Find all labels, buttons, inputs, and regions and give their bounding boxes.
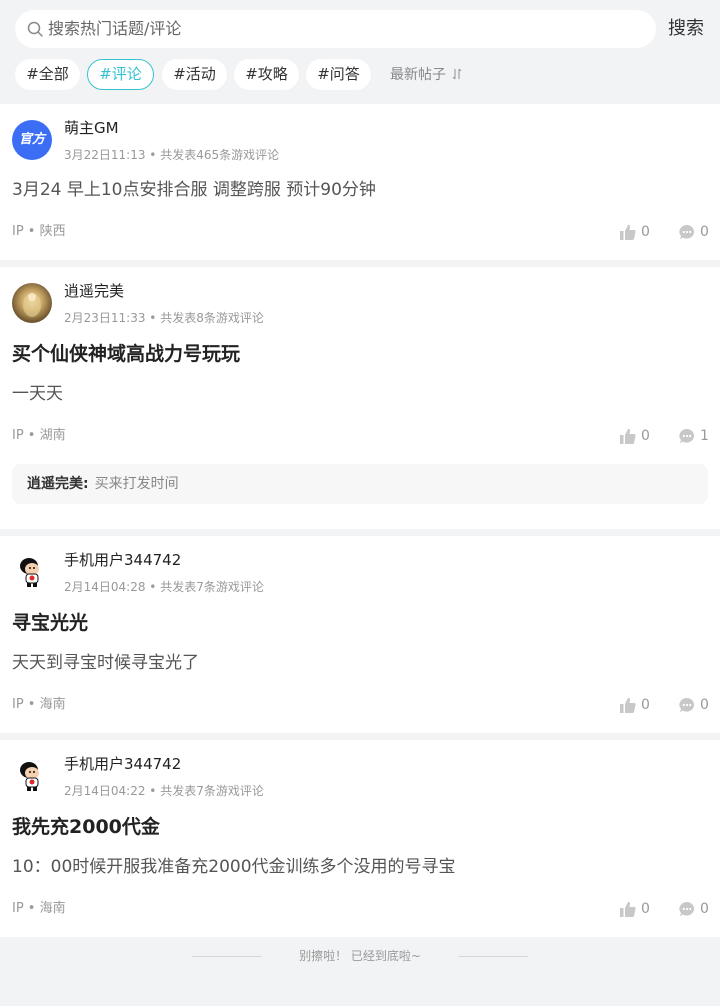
search-button[interactable]: 搜索 <box>668 17 704 41</box>
user-avatar[interactable] <box>12 552 52 592</box>
post-title[interactable]: 买个仙侠神域高战力号玩玩 <box>12 341 240 367</box>
post-card[interactable]: 手机用户344742 2月14日04:22 • 共发表7条游戏评论 我先充200… <box>0 740 720 937</box>
tab-events[interactable]: #活动 <box>162 59 227 90</box>
comment-icon <box>679 428 695 444</box>
post-title[interactable]: 我先充2000代金 <box>12 814 160 840</box>
end-of-list-text: 别擦啦！ 已经到底啦~ <box>299 949 421 963</box>
like-count: 0 <box>641 901 650 917</box>
comment-icon <box>679 901 695 917</box>
thumbs-up-icon <box>620 697 636 713</box>
comment-count: 0 <box>700 901 709 917</box>
official-badge-text: 官方 <box>18 132 45 147</box>
ip-location: IP • 湖南 <box>12 428 66 443</box>
username[interactable]: 手机用户344742 <box>64 754 181 774</box>
post-meta: 2月14日04:28 • 共发表7条游戏评论 <box>64 580 264 594</box>
post-card[interactable]: 逍遥完美 2月23日11:33 • 共发表8条游戏评论 买个仙侠神域高战力号玩玩… <box>0 267 720 529</box>
end-of-list-footer: 别擦啦！ 已经到底啦~ <box>0 938 720 1006</box>
sort-label: 最新帖子 <box>390 67 446 83</box>
post-meta: 2月23日11:33 • 共发表8条游戏评论 <box>64 311 264 325</box>
ip-location: IP • 陕西 <box>12 224 66 239</box>
comment-count: 0 <box>700 697 709 713</box>
reply-text: 买来打发时间 <box>94 476 179 492</box>
post-card[interactable]: 手机用户344742 2月14日04:28 • 共发表7条游戏评论 寻宝光光 天… <box>0 536 720 733</box>
comment-count: 0 <box>700 224 709 240</box>
header: 搜索热门话题/评论 搜索 #全部 #评论 #活动 #攻略 #问答 最新帖子 <box>0 0 720 104</box>
username[interactable]: 手机用户344742 <box>64 550 181 570</box>
footer-divider-right <box>458 956 528 957</box>
like-count: 0 <box>641 697 650 713</box>
comment-count: 1 <box>700 428 709 444</box>
search-icon <box>27 21 43 37</box>
thumbs-up-icon <box>620 428 636 444</box>
post-card[interactable]: 官方 萌主GM 3月22日11:13 • 共发表465条游戏评论 3月24 早上… <box>0 104 720 260</box>
avatar-image <box>23 293 41 317</box>
ip-location: IP • 海南 <box>12 901 66 916</box>
reply-preview[interactable]: 逍遥完美: 买来打发时间 <box>12 464 708 504</box>
reply-author: 逍遥完美: <box>27 476 89 492</box>
user-avatar[interactable] <box>12 756 52 796</box>
thumbs-up-icon <box>620 901 636 917</box>
ip-location: IP • 海南 <box>12 697 66 712</box>
comment-icon <box>679 224 695 240</box>
official-avatar[interactable]: 官方 <box>12 120 52 160</box>
search-placeholder: 搜索热门话题/评论 <box>48 19 182 38</box>
post-body: 3月24 早上10点安排合服 调整跨服 预计90分钟 <box>12 180 376 200</box>
post-meta: 3月22日11:13 • 共发表465条游戏评论 <box>64 148 280 162</box>
post-body: 天天到寻宝时候寻宝光了 <box>12 653 199 673</box>
cartoon-avatar-image <box>20 558 39 587</box>
post-meta: 2月14日04:22 • 共发表7条游戏评论 <box>64 784 264 798</box>
tab-all[interactable]: #全部 <box>15 59 80 90</box>
like-count: 0 <box>641 428 650 444</box>
post-body: 一天天 <box>12 384 63 404</box>
tab-qa[interactable]: #问答 <box>306 59 371 90</box>
username[interactable]: 萌主GM <box>64 118 119 138</box>
tab-comments[interactable]: #评论 <box>87 59 154 90</box>
user-avatar[interactable] <box>12 283 52 323</box>
sort-arrows-icon <box>453 68 462 80</box>
search-input[interactable]: 搜索热门话题/评论 <box>15 10 656 48</box>
sort-selector[interactable]: 最新帖子 <box>390 66 462 84</box>
cartoon-avatar-image <box>20 762 39 791</box>
thumbs-up-icon <box>620 224 636 240</box>
username[interactable]: 逍遥完美 <box>64 281 124 301</box>
like-count: 0 <box>641 224 650 240</box>
post-title[interactable]: 寻宝光光 <box>12 610 88 636</box>
tab-guides[interactable]: #攻略 <box>234 59 299 90</box>
post-body: 10：00时候开服我准备充2000代金训练多个没用的号寻宝 <box>12 857 456 877</box>
comment-icon <box>679 697 695 713</box>
